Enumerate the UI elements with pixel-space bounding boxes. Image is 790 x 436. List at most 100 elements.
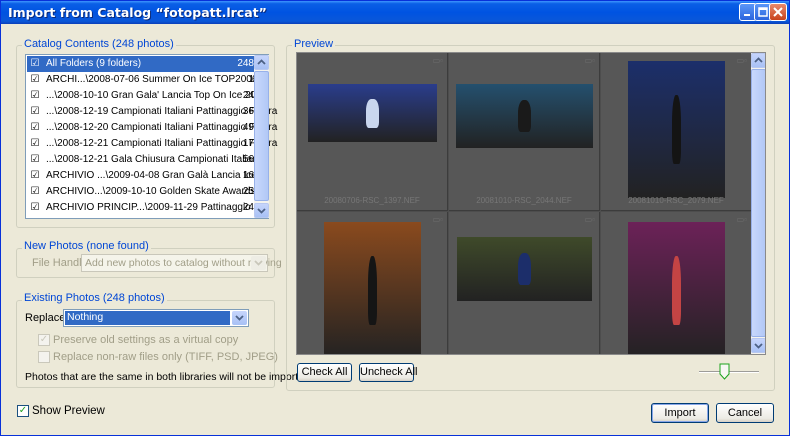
- show-preview-checkbox[interactable]: ✓: [17, 405, 29, 417]
- folder-checkbox[interactable]: ☑: [30, 139, 40, 149]
- folder-count: 24: [242, 202, 254, 213]
- slider-thumb-icon[interactable]: [719, 363, 730, 380]
- file-handling-select: Add new photos to catalog without moving: [81, 254, 282, 272]
- thumbnail-image: [456, 84, 593, 148]
- folder-checkbox[interactable]: ☑: [30, 91, 40, 101]
- thumbnail-image: [628, 222, 725, 354]
- thumbnail-filename: 20081010-RSC_2079.NEF: [628, 196, 724, 205]
- thumbnail-checkbox-icon[interactable]: ▭▫: [433, 56, 443, 65]
- preview-thumbnail[interactable]: ▭▫: [601, 212, 752, 354]
- thumbnail-checkbox-icon[interactable]: ▭▫: [737, 215, 747, 224]
- preserve-settings-label: Preserve old settings as a virtual copy: [53, 334, 239, 346]
- folder-count: 16: [242, 170, 254, 181]
- folder-row[interactable]: ☑ ...\2008-12-20 Campionati Italiani Patt…: [27, 120, 278, 136]
- preview-scroll-thumb[interactable]: [751, 69, 765, 337]
- preview-legend: Preview: [292, 38, 336, 50]
- replace-nonraw-label: Replace non-raw files only (TIFF, PSD, J…: [53, 351, 278, 363]
- new-photos-legend: New Photos (none found): [22, 240, 151, 252]
- existing-photos-legend: Existing Photos (248 photos): [22, 292, 167, 304]
- folder-checkbox[interactable]: ☑: [30, 171, 40, 181]
- folder-name: ARCHI...\2008-07-06 Summer On Ice TOP200…: [46, 74, 258, 85]
- folder-checkbox[interactable]: ☑: [30, 107, 40, 117]
- skater-figure: [671, 95, 682, 164]
- minimize-icon: [744, 14, 750, 16]
- replace-value: Nothing: [65, 311, 230, 325]
- thumbnail-image: [628, 61, 725, 198]
- import-dialog: Import from Catalog “fotopatt.lrcat” Cat…: [0, 0, 790, 436]
- uncheck-all-button[interactable]: Uncheck All: [359, 363, 417, 382]
- thumbnail-filename: 20080706-RSC_1397.NEF: [324, 196, 420, 205]
- folder-count: 248: [237, 58, 254, 69]
- preview-thumbnail[interactable]: ▭▫: [449, 212, 600, 354]
- catalog-contents-legend: Catalog Contents (248 photos): [22, 38, 176, 50]
- preview-thumbnail[interactable]: ▭▫: [297, 212, 448, 354]
- close-icon: [773, 7, 783, 17]
- window-title: Import from Catalog “fotopatt.lrcat”: [8, 5, 267, 20]
- title-bar[interactable]: Import from Catalog “fotopatt.lrcat”: [1, 1, 789, 24]
- folder-count: 49: [242, 122, 254, 133]
- folder-count: 24: [242, 90, 254, 101]
- preview-thumbnail[interactable]: ▭▫ 20081010-RSC_2079.NEF: [601, 53, 752, 211]
- preview-grid[interactable]: ▭▫ 20080706-RSC_1397.NEF ▭▫ 20081010-RSC_20…: [296, 52, 766, 355]
- folder-row[interactable]: ☑ ARCHI...\2008-07-06 Summer On Ice TOP20…: [27, 72, 258, 88]
- skater-figure: [517, 253, 532, 285]
- folder-row[interactable]: ☑ ...\2008-12-21 Campionati Italiani Patt…: [27, 136, 278, 152]
- folder-row[interactable]: ☑ ARCHIVIO ...\2009-04-08 Gran Galà Lanci…: [27, 168, 257, 184]
- skater-figure: [367, 256, 378, 325]
- scroll-down-button[interactable]: [254, 203, 269, 218]
- thumbnail-image: [324, 222, 421, 354]
- folder-row[interactable]: ☑ ARCHIVIO...\2009-10-10 Golden Skate Awa…: [27, 184, 256, 200]
- thumbnail-image: [457, 237, 592, 301]
- folder-name: ARCHIVIO ...\2009-04-08 Gran Galà Lancia…: [46, 170, 257, 181]
- cancel-button[interactable]: Cancel: [716, 403, 774, 423]
- folder-checkbox[interactable]: ☑: [30, 123, 40, 133]
- dropdown-button: [251, 256, 266, 270]
- folder-name: ...\2008-10-10 Gran Gala' Lancia Top On …: [46, 90, 268, 101]
- skater-figure: [517, 100, 532, 132]
- folder-name: ARCHIVIO PRINCIP...\2009-11-29 Pattinagg…: [46, 202, 251, 213]
- thumbnail-checkbox-icon[interactable]: ▭▫: [585, 215, 595, 224]
- folder-count: 56: [242, 154, 254, 165]
- folder-count: 36: [242, 106, 254, 117]
- folder-checkbox[interactable]: ☑: [30, 75, 40, 85]
- preview-scroll-up-button[interactable]: [751, 53, 765, 68]
- chevron-up-icon: [754, 57, 763, 63]
- preview-scrollbar[interactable]: [751, 53, 765, 354]
- folder-row[interactable]: ☑ All Folders (9 folders) 248: [27, 56, 256, 72]
- import-button[interactable]: Import: [651, 403, 709, 423]
- thumbnail-checkbox-icon[interactable]: ▭▫: [737, 56, 747, 65]
- folder-checkbox[interactable]: ☑: [30, 203, 40, 213]
- thumbnail-checkbox-icon[interactable]: ▭▫: [433, 215, 443, 224]
- duplicates-note: Photos that are the same in both librari…: [25, 371, 313, 383]
- scroll-thumb[interactable]: [254, 71, 269, 201]
- folder-row[interactable]: ☑ ...\2008-12-21 Gala Chiusura Campionati…: [27, 152, 261, 168]
- preserve-settings-checkbox: ✓: [38, 334, 50, 346]
- folder-list[interactable]: ☑ All Folders (9 folders) 248 ☑ ARCHI...\200…: [25, 54, 278, 219]
- folder-name: ARCHIVIO...\2009-10-10 Golden Skate Awar…: [46, 186, 256, 197]
- preview-scroll-down-button[interactable]: [751, 338, 765, 353]
- folder-count: 25: [242, 186, 254, 197]
- folder-list-scrollbar[interactable]: [254, 55, 269, 218]
- preview-thumbnail[interactable]: ▭▫ 20080706-RSC_1397.NEF: [297, 53, 448, 211]
- thumbnail-checkbox-icon[interactable]: ▭▫: [585, 56, 595, 65]
- show-preview-label: Show Preview: [32, 405, 105, 417]
- replace-select[interactable]: Nothing: [63, 309, 249, 327]
- scroll-up-button[interactable]: [254, 55, 269, 70]
- close-button[interactable]: [769, 3, 787, 21]
- check-all-button[interactable]: Check All: [297, 363, 352, 382]
- dropdown-button[interactable]: [232, 311, 247, 325]
- folder-checkbox[interactable]: ☑: [30, 59, 40, 69]
- folder-checkbox[interactable]: ☑: [30, 155, 40, 165]
- folder-checkbox[interactable]: ☑: [30, 187, 40, 197]
- folder-row[interactable]: ☑ ...\2008-12-19 Campionati Italiani Patt…: [27, 104, 278, 120]
- chevron-down-icon: [754, 343, 763, 349]
- folder-row[interactable]: ☑ ARCHIVIO PRINCIP...\2009-11-29 Pattinag…: [27, 200, 256, 216]
- skater-figure: [366, 98, 379, 128]
- chevron-down-icon: [235, 315, 244, 321]
- folder-count: 17: [242, 138, 254, 149]
- folder-row[interactable]: ☑ ...\2008-10-10 Gran Gala' Lancia Top On…: [27, 88, 268, 104]
- chevron-down-icon: [254, 260, 263, 266]
- folder-name: ...\2008-12-21 Gala Chiusura Campionati …: [46, 154, 261, 165]
- replace-label: Replace:: [25, 312, 69, 324]
- preview-thumbnail[interactable]: ▭▫ 20081010-RSC_2044.NEF: [449, 53, 600, 211]
